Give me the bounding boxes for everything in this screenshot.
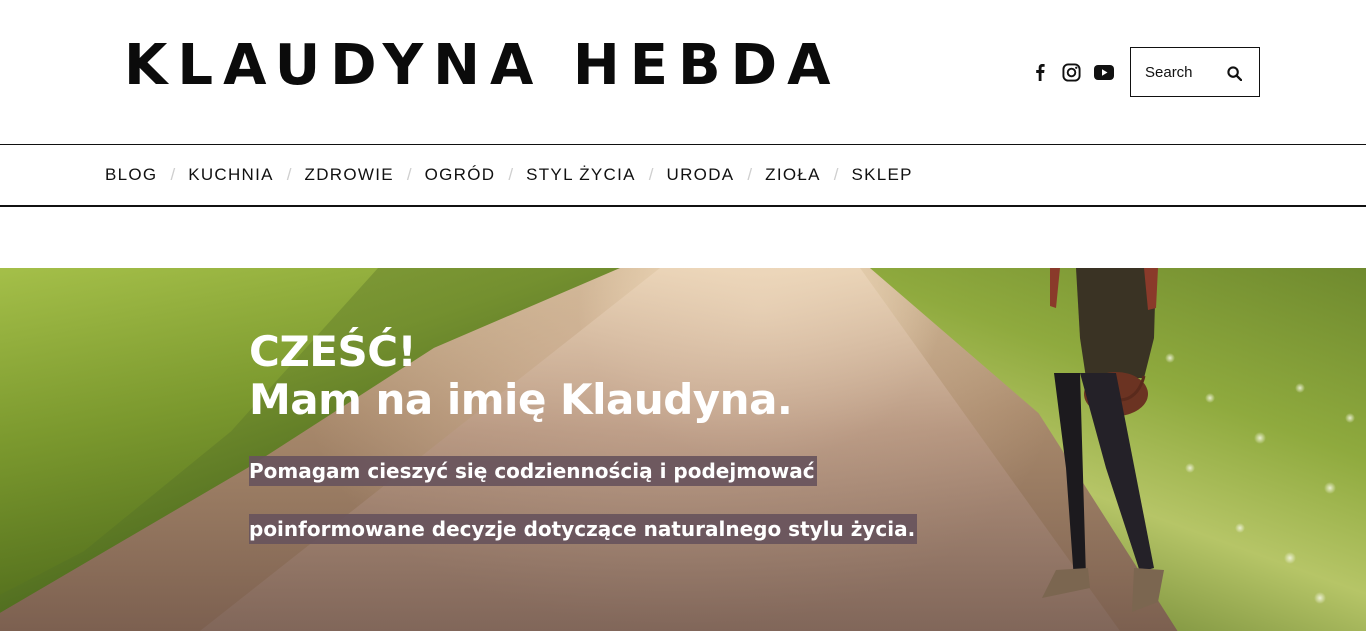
nav-separator: / — [747, 165, 753, 184]
search-box — [1130, 47, 1260, 97]
nav-item-ogrod[interactable]: OGRÓD — [425, 165, 496, 185]
youtube-icon[interactable] — [1093, 62, 1115, 82]
hero-subtitle-line-1: Pomagam cieszyć się codziennością i pode… — [249, 456, 817, 486]
site-header: KLAUDYNA HEBDA — [0, 0, 1366, 144]
main-nav: BLOG / KUCHNIA / ZDROWIE / OGRÓD / STYL … — [0, 144, 1366, 207]
nav-item-uroda[interactable]: URODA — [667, 165, 735, 185]
search-input[interactable] — [1145, 63, 1223, 81]
nav-item-ziola[interactable]: ZIOŁA — [765, 165, 821, 185]
facebook-icon[interactable] — [1032, 62, 1048, 82]
search-icon[interactable] — [1225, 64, 1243, 82]
nav-item-blog[interactable]: BLOG — [105, 165, 157, 185]
hero-heading-greeting: CZEŚĆ! — [249, 327, 417, 376]
nav-separator: / — [406, 165, 412, 184]
nav-separator: / — [170, 165, 176, 184]
hero-heading-name: Mam na imię Klaudyna. — [249, 375, 793, 424]
hero-image-person — [1042, 268, 1164, 612]
hero-subtitle-line-2: poinformowane decyzje dotyczące naturaln… — [249, 514, 918, 544]
nav-item-sklep[interactable]: SKLEP — [852, 165, 913, 185]
nav-list: BLOG / KUCHNIA / ZDROWIE / OGRÓD / STYL … — [105, 145, 913, 205]
nav-item-kuchnia[interactable]: KUCHNIA — [188, 165, 274, 185]
hero-banner: CZEŚĆ! Mam na imię Klaudyna. Pomagam cie… — [0, 268, 1366, 631]
instagram-icon[interactable] — [1061, 62, 1081, 82]
site-logo[interactable]: KLAUDYNA HEBDA — [124, 34, 840, 98]
nav-separator: / — [833, 165, 839, 184]
nav-item-styl-zycia[interactable]: STYL ŻYCIA — [526, 165, 636, 185]
nav-separator: / — [286, 165, 292, 184]
nav-separator: / — [648, 165, 654, 184]
nav-separator: / — [508, 165, 514, 184]
nav-item-zdrowie[interactable]: ZDROWIE — [305, 165, 394, 185]
hero-text: CZEŚĆ! Mam na imię Klaudyna. Pomagam cie… — [249, 327, 918, 544]
